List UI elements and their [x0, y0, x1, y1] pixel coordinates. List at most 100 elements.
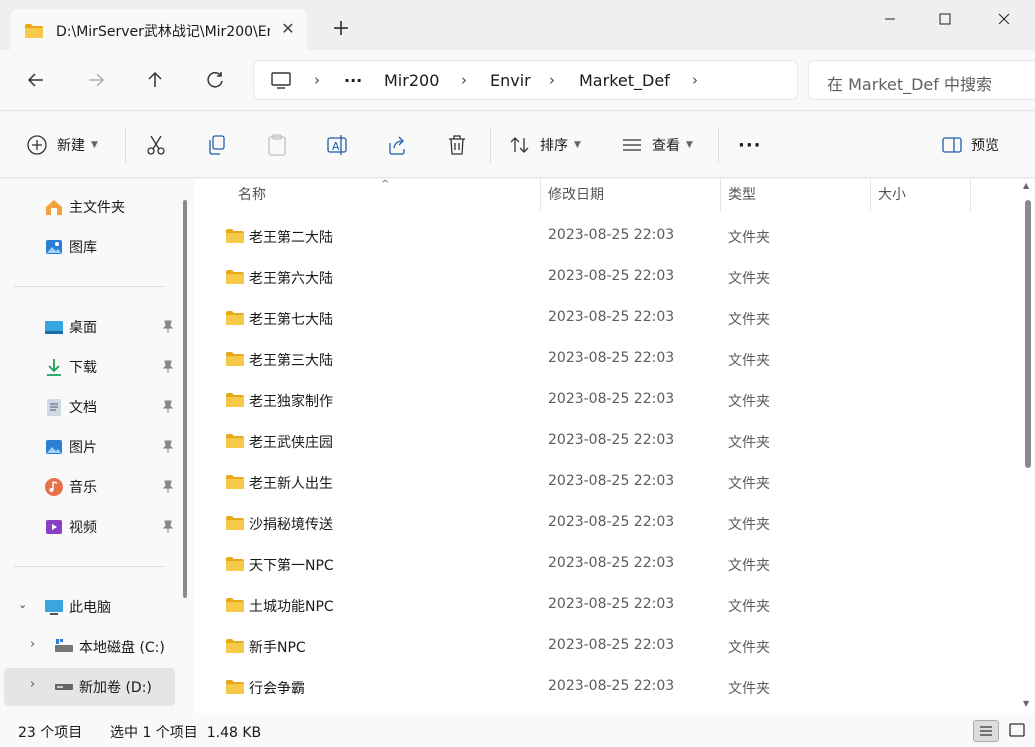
table-row[interactable]: 老王新人出生 2023-08-25 22:03 文件夹: [211, 463, 1011, 503]
scroll-up-icon[interactable]: ▲: [1023, 181, 1029, 190]
address-segment-mir200[interactable]: Mir200: [384, 71, 439, 90]
chevron-down-icon[interactable]: ⌄: [18, 598, 27, 611]
pin-icon[interactable]: [162, 520, 174, 534]
back-icon[interactable]: [20, 64, 52, 96]
file-type: 文件夹: [728, 230, 770, 246]
sidebar-item-documents[interactable]: 文档: [4, 388, 175, 426]
sidebar-item-gallery[interactable]: 图库: [4, 228, 175, 266]
file-name: 行会争霸: [249, 681, 305, 697]
folder-icon: [226, 434, 244, 448]
divider: [718, 127, 719, 163]
desktop-icon: [45, 321, 63, 334]
close-tab-icon[interactable]: ✕: [276, 17, 300, 41]
refresh-icon[interactable]: [199, 64, 231, 96]
pin-icon[interactable]: [162, 480, 174, 494]
tab-current[interactable]: D:\MirServer武林战记\Mir200\Envir\Market_Def…: [10, 9, 307, 50]
minimize-icon[interactable]: [861, 0, 919, 38]
sort-button[interactable]: 排序 ▼: [509, 133, 581, 157]
table-row[interactable]: 老王第二大陆 2023-08-25 22:03 文件夹: [211, 217, 1011, 257]
search-input[interactable]: 在 Market_Def 中搜索: [808, 60, 1035, 100]
chevron-down-icon: ▼: [91, 140, 98, 150]
file-name: 老王第二大陆: [249, 230, 333, 246]
paste-icon[interactable]: [266, 133, 288, 157]
table-row[interactable]: 老王第三大陆 2023-08-25 22:03 文件夹: [211, 340, 1011, 380]
table-row[interactable]: 老王武侠庄园 2023-08-25 22:03 文件夹: [211, 422, 1011, 462]
column-header-size[interactable]: 大小: [878, 179, 906, 211]
cut-icon[interactable]: [145, 133, 167, 157]
chevron-right-icon[interactable]: ›: [314, 71, 320, 89]
copy-icon[interactable]: [206, 133, 228, 157]
chevron-right-icon[interactable]: ›: [692, 71, 698, 89]
pin-icon[interactable]: [162, 320, 174, 334]
table-row[interactable]: 土城功能NPC 2023-08-25 22:03 文件夹: [211, 586, 1011, 626]
scrollbar-thumb[interactable]: [1025, 200, 1031, 468]
divider: [125, 127, 126, 163]
preview-button[interactable]: 预览: [941, 133, 999, 157]
file-date: 2023-08-25 22:03: [548, 350, 675, 366]
sidebar-scrollbar[interactable]: [183, 200, 187, 598]
table-row[interactable]: 新手NPC 2023-08-25 22:03 文件夹: [211, 627, 1011, 667]
view-button[interactable]: 查看 ▼: [621, 133, 693, 157]
new-button[interactable]: 新建 ▼: [26, 133, 98, 157]
file-date: 2023-08-25 22:03: [548, 391, 675, 407]
pictures-icon: [46, 440, 62, 454]
delete-icon[interactable]: [446, 133, 468, 157]
sidebar-item-this-pc[interactable]: ⌄ 此电脑: [4, 588, 175, 626]
sort-label: 排序: [540, 138, 568, 154]
sort-ascending-icon: ^: [381, 179, 390, 190]
column-header-name[interactable]: 名称: [238, 179, 266, 211]
sidebar-item-downloads[interactable]: 下载: [4, 348, 175, 386]
column-separator[interactable]: [720, 179, 721, 211]
sidebar-label-home: 主文件夹: [69, 200, 125, 216]
music-icon: [45, 478, 63, 496]
chevron-right-icon[interactable]: ›: [30, 637, 35, 652]
pin-icon[interactable]: [162, 440, 174, 454]
maximize-icon[interactable]: [916, 0, 974, 38]
divider: [14, 566, 165, 567]
scroll-down-icon[interactable]: ▼: [1023, 699, 1029, 708]
sidebar-item-pictures[interactable]: 图片: [4, 428, 175, 466]
this-pc-icon: [45, 600, 63, 615]
table-row[interactable]: 行会争霸 2023-08-25 22:03 文件夹: [211, 668, 1011, 708]
sidebar-item-drive-c[interactable]: › 本地磁盘 (C:): [4, 628, 175, 666]
close-window-icon[interactable]: [975, 0, 1033, 38]
details-view-button[interactable]: [973, 720, 999, 742]
sidebar-item-home[interactable]: 主文件夹: [4, 188, 175, 226]
column-separator[interactable]: [870, 179, 871, 211]
file-list-scrollbar[interactable]: ▲ ▼: [1019, 179, 1035, 713]
column-separator[interactable]: [540, 179, 541, 211]
sidebar-label-videos: 视频: [69, 520, 97, 536]
sidebar-item-music[interactable]: 音乐: [4, 468, 175, 506]
more-options-button[interactable]: ···: [738, 133, 762, 157]
chevron-right-icon[interactable]: ›: [30, 677, 35, 692]
forward-icon[interactable]: [80, 64, 112, 96]
address-ellipsis[interactable]: ···: [344, 71, 362, 90]
sidebar-item-drive-d[interactable]: › 新加卷 (D:): [4, 668, 175, 706]
sidebar-label-documents: 文档: [69, 400, 97, 416]
chevron-right-icon[interactable]: ›: [549, 71, 555, 89]
table-row[interactable]: 沙捐秘境传送 2023-08-25 22:03 文件夹: [211, 504, 1011, 544]
rename-icon[interactable]: A: [326, 133, 348, 157]
table-row[interactable]: 天下第一NPC 2023-08-25 22:03 文件夹: [211, 545, 1011, 585]
table-row[interactable]: 老王第六大陆 2023-08-25 22:03 文件夹: [211, 258, 1011, 298]
column-separator[interactable]: [970, 179, 971, 211]
address-segment-envir[interactable]: Envir: [490, 71, 531, 90]
table-row[interactable]: 老王第七大陆 2023-08-25 22:03 文件夹: [211, 299, 1011, 339]
search-placeholder: 在 Market_Def 中搜索: [827, 75, 992, 94]
file-type: 文件夹: [728, 353, 770, 369]
new-tab-icon[interactable]: +: [329, 17, 353, 41]
table-row[interactable]: 老王独家制作 2023-08-25 22:03 文件夹: [211, 381, 1011, 421]
pin-icon[interactable]: [162, 360, 174, 374]
column-header-date[interactable]: 修改日期: [548, 179, 604, 211]
chevron-right-icon[interactable]: ›: [461, 71, 467, 89]
address-segment-market-def[interactable]: Market_Def: [579, 71, 670, 90]
tiles-view-button[interactable]: [1004, 720, 1030, 742]
up-icon[interactable]: [139, 64, 171, 96]
address-bar[interactable]: › ··· Mir200 › Envir › Market_Def ›: [253, 60, 798, 100]
sidebar-item-videos[interactable]: 视频: [4, 508, 175, 546]
column-header-type[interactable]: 类型: [728, 179, 756, 211]
pin-icon[interactable]: [162, 400, 174, 414]
share-icon[interactable]: [386, 133, 408, 157]
sidebar-item-desktop[interactable]: 桌面: [4, 308, 175, 346]
status-bar: 23 个项目 选中 1 个项目 1.48 KB: [0, 713, 1035, 747]
